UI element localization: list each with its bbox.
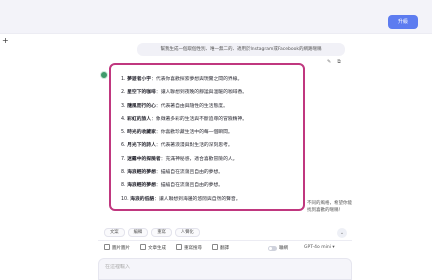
list-item: 8. 海浪輕的夢想：描繪自在流蕩且自由的夢想。 [121, 183, 224, 189]
edit-icon[interactable]: ✎ [327, 59, 331, 65]
nickname-list: 1. 夢遊者小宇：代表你喜歡探索夢想與現實之間的界線。 2. 星空下的咖啡：讓人… [121, 73, 247, 206]
assistant-answer: 1. 夢遊者小宇：代表你喜歡探索夢想與現實之間的界線。 2. 星空下的咖啡：讓人… [109, 63, 305, 211]
list-item: 4. 彩虹的旅人：象徵著多彩的生活與不斷追尋的冒險精神。 [121, 116, 248, 122]
assistant-avatar [100, 71, 108, 79]
list-item: 1. 夢遊者小宇：代表你喜歡探索夢想與現實之間的界線。 [121, 77, 243, 82]
image-icon [104, 244, 110, 250]
copy-icon[interactable]: ⧉ [337, 59, 341, 65]
message-input[interactable] [105, 264, 335, 270]
globe-icon [212, 244, 218, 250]
web-search-label: 聯網 [279, 246, 288, 251]
model-selector[interactable]: GPT-4o mini ▾ [304, 245, 335, 250]
article-tool-button[interactable]: 文章生成 [140, 244, 166, 251]
list-item: 6. 月光下的詩人：代表著浪漫與對生活的深刻思考。 [121, 143, 233, 149]
top-bar: 升級 [0, 0, 432, 34]
answer-actions: 文案 編輯 重寫 人聲化 [104, 228, 203, 237]
user-message: 幫我生成一個取個性別、唯一無二的、適用於Instagram或Facebook的網… [137, 43, 345, 56]
list-item: 5. 時光的收藏家：你喜歡珍藏生活中的每一個瞬間。 [121, 130, 233, 136]
web-search-toggle[interactable] [268, 246, 277, 251]
list-item: 10. 海浪的低語：讓人聯想到海邊的悠閒與自然的聲音。 [121, 196, 241, 202]
document-icon [140, 244, 146, 250]
list-item: 8. 海浪輕的夢想：描繪自在流蕩且自由的夢想。 [121, 170, 224, 176]
upgrade-button[interactable]: 升級 [388, 15, 418, 29]
scroll-down-icon[interactable]: ⌄ [337, 228, 347, 238]
new-chat-icon[interactable]: + [2, 36, 9, 45]
divider [98, 240, 352, 241]
search-icon [176, 244, 182, 250]
humanize-button[interactable]: 人聲化 [174, 228, 200, 237]
copy-button[interactable]: 文案 [104, 228, 125, 237]
answer-trailing-text: 不同的風格，希望你能找到喜歡的暱稱！ [307, 201, 352, 213]
composer [98, 258, 352, 280]
list-item: 2. 星空下的咖啡：讓人聯想到夜晚的靜謐與溫暖的咖啡香。 [121, 90, 248, 96]
translate-tool-button[interactable]: 翻譯 [212, 244, 229, 251]
list-item: 3. 隨風而行的心：代表著自由與隨性的生活態度。 [121, 103, 228, 109]
edit-button[interactable]: 編輯 [127, 228, 149, 237]
rewrite-button[interactable]: 重寫 [151, 228, 172, 237]
composer-toolbar: 圖片圖片 文章生成 重寫搜尋 翻譯 [104, 244, 239, 251]
list-item: 7. 迷霧中的探險者：充滿神秘感，適合喜歡冒險的人。 [121, 156, 238, 162]
image-tool-button[interactable]: 圖片圖片 [104, 244, 130, 251]
message-tools: ✎ ⧉ [327, 59, 347, 65]
search-tool-button[interactable]: 重寫搜尋 [176, 244, 202, 251]
